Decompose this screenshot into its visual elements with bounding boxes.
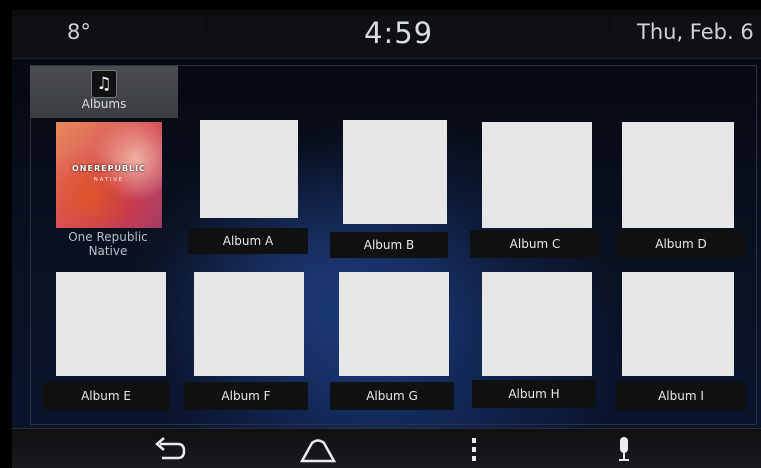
- album-caption: Album A: [188, 228, 308, 254]
- status-cell-left: [12, 16, 204, 52]
- album-caption: Album I: [616, 382, 746, 410]
- album-art: [482, 272, 592, 376]
- album-caption: Album F: [184, 382, 308, 410]
- albums-tab-label: Albums: [81, 97, 127, 111]
- album-tile-e[interactable]: Album E: [42, 272, 170, 412]
- album-tile-a[interactable]: Album A: [188, 120, 308, 260]
- album-art: [194, 272, 304, 376]
- album-caption: Album C: [470, 230, 600, 258]
- album-tile-i[interactable]: Album I: [616, 272, 746, 412]
- albums-tab[interactable]: ♫ Albums: [30, 66, 178, 118]
- album-artist: One Republic: [68, 230, 148, 244]
- album-caption: Album G: [330, 382, 454, 410]
- album-tile-g[interactable]: Album G: [330, 272, 454, 412]
- album-art: [343, 120, 447, 224]
- album-tile-c[interactable]: Album C: [470, 120, 600, 260]
- status-bar: 8° 4:59 Thu, Feb. 6: [12, 10, 761, 59]
- album-title: Native: [88, 244, 128, 258]
- album-art-onerepublic-native[interactable]: ONEREPUBLIC NATIVE: [56, 122, 162, 228]
- temperature[interactable]: 8°: [67, 20, 91, 44]
- album-art: [622, 122, 734, 228]
- album-caption: Album H: [472, 380, 596, 408]
- album-tile-f[interactable]: Album F: [184, 272, 308, 412]
- head-unit-screen: 8° 4:59 Thu, Feb. 6 ♫ Albums ONEREPUBLIC…: [12, 10, 761, 468]
- album-caption: Album D: [616, 230, 746, 258]
- music-note-icon: ♫: [91, 70, 117, 98]
- back-icon[interactable]: [148, 435, 188, 465]
- home-icon[interactable]: [298, 435, 338, 465]
- album-art: [622, 272, 734, 376]
- more-vertical-icon[interactable]: [454, 435, 494, 465]
- album-art: [200, 120, 298, 218]
- album-art: [339, 272, 449, 376]
- microphone-icon[interactable]: [604, 435, 644, 465]
- navigation-bar: [12, 428, 761, 468]
- clock[interactable]: 4:59: [364, 16, 433, 50]
- album-art-sub-text: NATIVE: [94, 177, 124, 183]
- album-tile-d[interactable]: Album D: [616, 120, 746, 260]
- album-art: [482, 122, 592, 228]
- album-caption: Album E: [42, 382, 170, 410]
- album-art-band-text: ONEREPUBLIC: [72, 164, 146, 173]
- album-art: [56, 272, 166, 376]
- album-tile-h[interactable]: Album H: [472, 272, 596, 412]
- date: Thu, Feb. 6: [637, 20, 754, 44]
- album-caption: Album B: [330, 232, 448, 258]
- album-tile-b[interactable]: Album B: [330, 120, 448, 260]
- album-caption-onerepublic[interactable]: One Republic Native: [40, 230, 176, 258]
